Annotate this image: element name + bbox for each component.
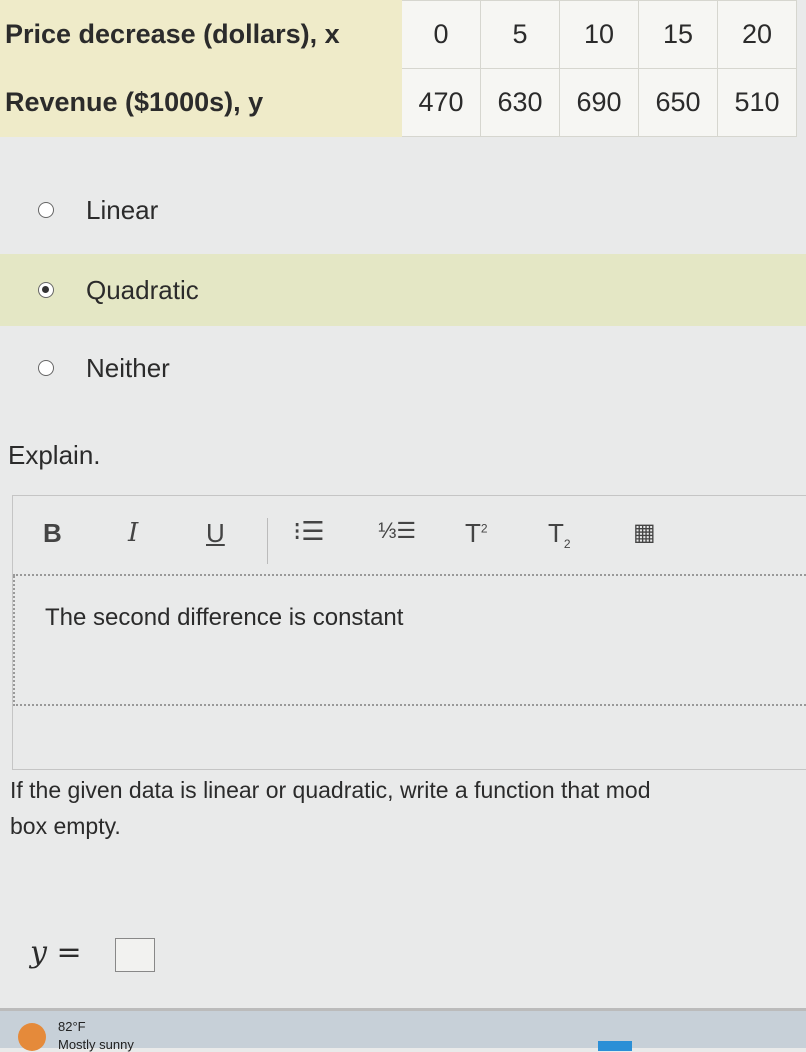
toolbar-divider: [267, 518, 268, 564]
table-cell: 470: [401, 68, 481, 137]
option-linear[interactable]: Linear: [0, 174, 806, 246]
weather-icon[interactable]: [18, 1023, 46, 1051]
table-cell: 0: [401, 0, 481, 69]
question-line: box empty.: [10, 813, 121, 839]
editor-text: The second difference is constant: [45, 604, 404, 631]
weather-condition: Mostly sunny: [58, 1037, 134, 1052]
data-table: Price decrease (dollars), x 0 5 10 15 20…: [0, 0, 797, 137]
table-cell: 630: [480, 68, 560, 137]
rich-text-editor: B I U ⁝☰ ⅓☰ T2 T2 ▦ The second differenc…: [12, 495, 806, 770]
answer-label: y =: [30, 935, 82, 970]
table-row-x: Price decrease (dollars), x 0 5 10 15 20: [0, 0, 797, 69]
editor-content[interactable]: The second difference is constant: [13, 576, 806, 706]
table-cell: 510: [717, 68, 797, 137]
explain-label: Explain.: [8, 440, 101, 470]
radio-button[interactable]: [38, 282, 54, 298]
taskbar: 82°F Mostly sunny: [0, 1008, 806, 1052]
temperature: 82°F: [58, 1019, 86, 1034]
numbered-list-icon[interactable]: ⅓☰: [378, 518, 416, 544]
table-row-y: Revenue ($1000s), y 470 630 690 650 510: [0, 68, 797, 137]
windows-start-icon[interactable]: [598, 1041, 632, 1051]
table-cell: 20: [717, 0, 797, 69]
option-label: Linear: [86, 194, 159, 225]
radio-button[interactable]: [38, 360, 54, 376]
option-label: Neither: [86, 352, 170, 383]
bold-button[interactable]: B: [43, 518, 62, 549]
italic-button[interactable]: I: [128, 518, 138, 548]
table-cell: 650: [638, 68, 718, 137]
y-variable: y: [30, 935, 47, 970]
table-cell: 10: [559, 0, 639, 69]
table-icon[interactable]: ▦: [633, 518, 656, 547]
bulleted-list-icon[interactable]: ⁝☰: [293, 516, 325, 547]
option-neither[interactable]: Neither: [0, 332, 806, 404]
question-line: If the given data is linear or quadratic…: [10, 777, 651, 803]
table-cell: 5: [480, 0, 560, 69]
question-text: If the given data is linear or quadratic…: [10, 772, 806, 844]
superscript-icon[interactable]: T2: [465, 518, 488, 549]
underline-button[interactable]: U: [206, 518, 225, 549]
equals-sign: =: [56, 935, 82, 970]
table-cell: 15: [638, 0, 718, 69]
row-header: Price decrease (dollars), x: [0, 0, 402, 69]
radio-button[interactable]: [38, 202, 54, 218]
subscript-icon[interactable]: T2: [548, 518, 571, 551]
answer-input[interactable]: [115, 938, 155, 972]
row-header: Revenue ($1000s), y: [0, 68, 402, 137]
editor-toolbar: B I U ⁝☰ ⅓☰ T2 T2 ▦: [13, 496, 806, 576]
option-label: Quadratic: [86, 274, 199, 305]
option-quadratic[interactable]: Quadratic: [0, 254, 806, 326]
table-cell: 690: [559, 68, 639, 137]
